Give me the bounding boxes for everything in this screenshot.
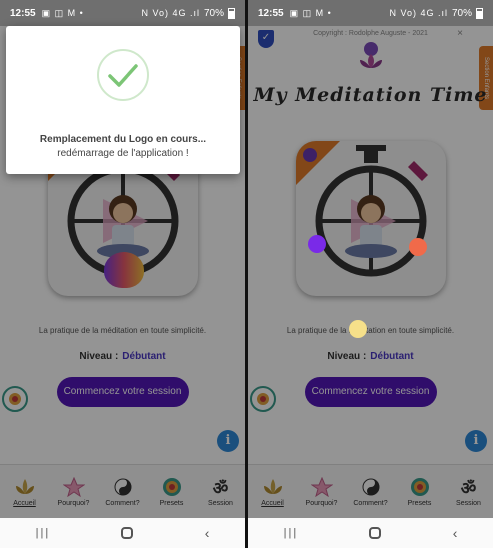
back-icon[interactable]: ‹ [453, 525, 458, 541]
recents-icon[interactable]: ||| [284, 527, 299, 539]
animated-dot-yellow [349, 320, 367, 338]
dialog-message-subtitle: redémarrage de l'application ! [57, 148, 189, 159]
phone-screen-right: 12:55 ▣ ◫ M • N Vo) 4G .ıl 70% ✓ Copyrig… [248, 0, 493, 548]
system-navigation-bar: ||| ‹ [0, 518, 245, 548]
signal-icons: N Vo) 4G .ıl [141, 8, 200, 18]
notification-icons: ▣ ◫ M • [41, 7, 84, 18]
dialog-message-title: Remplacement du Logo en cours... [39, 134, 207, 145]
animated-dot-purple [308, 235, 326, 253]
logo-replacement-dialog: Remplacement du Logo en cours... redémar… [6, 26, 240, 174]
home-icon[interactable] [121, 527, 134, 539]
notification-icons: ▣ ◫ M • [289, 7, 332, 18]
recents-icon[interactable]: ||| [36, 527, 51, 539]
status-time: 12:55 [10, 7, 36, 19]
status-bar: 12:55 ▣ ◫ M • N Vo) 4G .ıl 70% [0, 0, 245, 26]
animated-dot-orange [409, 238, 427, 256]
phone-screen-left: 12:55 ▣ ◫ M • N Vo) 4G .ıl 70% Section E… [0, 0, 245, 548]
battery-percent: 70% [451, 7, 472, 19]
status-bar: 12:55 ▣ ◫ M • N Vo) 4G .ıl 70% [248, 0, 493, 26]
home-icon[interactable] [369, 527, 382, 539]
status-time: 12:55 [258, 7, 284, 19]
battery-icon [228, 7, 235, 19]
battery-icon [476, 7, 483, 19]
back-icon[interactable]: ‹ [205, 525, 210, 541]
system-navigation-bar: ||| ‹ [248, 518, 493, 548]
success-check-icon [97, 49, 149, 101]
signal-icons: N Vo) 4G .ıl [389, 8, 448, 18]
battery-percent: 70% [203, 7, 224, 19]
screen-dim-overlay [248, 26, 493, 518]
